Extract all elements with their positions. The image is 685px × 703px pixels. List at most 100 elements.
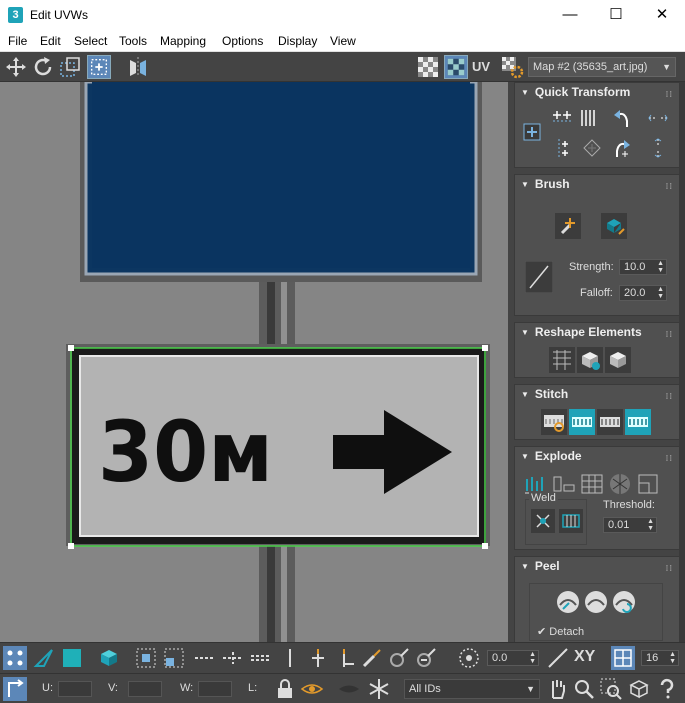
flatten-custom-icon[interactable]	[635, 471, 661, 497]
app-icon: 3	[8, 7, 23, 23]
move-icon[interactable]	[4, 55, 28, 79]
uv-texture-canvas[interactable]: 30м	[0, 82, 508, 642]
mirror-icon[interactable]	[126, 55, 150, 79]
map-dropdown[interactable]: Map #2 (35635_art.jpg) ▼	[528, 57, 676, 77]
loop-grow-icon[interactable]	[221, 646, 245, 670]
vertex-select-icon[interactable]	[3, 646, 27, 670]
w-field[interactable]	[198, 681, 232, 697]
align-horizontal-icon[interactable]	[551, 107, 573, 129]
help-icon[interactable]	[655, 677, 679, 701]
flatten-by-material-icon[interactable]	[579, 471, 605, 497]
face-select-icon[interactable]	[60, 646, 84, 670]
rotate-value-spinner[interactable]: 0.0 ▲ ▼	[487, 650, 539, 666]
reshape-elements-header[interactable]: ▼ Reshape Elements ⁞⁞	[515, 323, 679, 341]
grid-size-spinner[interactable]: 16 ▲ ▼	[641, 650, 679, 666]
freeze-icon[interactable]	[367, 677, 391, 701]
relax-cube-icon[interactable]	[577, 347, 603, 373]
pivot-icon[interactable]	[521, 121, 543, 143]
quick-peel-icon[interactable]	[555, 589, 581, 615]
flatten-by-polygon-icon[interactable]	[607, 471, 633, 497]
show-map-icon[interactable]	[444, 55, 468, 79]
checker-pattern-icon[interactable]	[416, 55, 440, 79]
v-field[interactable]	[128, 681, 162, 697]
loop-select-icon[interactable]	[193, 646, 217, 670]
menu-display[interactable]: Display	[278, 34, 317, 48]
menu-select[interactable]: Select	[74, 34, 107, 48]
peel-mode-icon[interactable]	[583, 589, 609, 615]
paint-shrink-icon[interactable]	[414, 646, 438, 670]
menu-edit[interactable]: Edit	[40, 34, 61, 48]
freeform-mode-icon[interactable]	[87, 55, 111, 79]
align-vertical-icon[interactable]	[577, 107, 599, 129]
zoom-icon[interactable]	[572, 677, 596, 701]
u-field[interactable]	[58, 681, 92, 697]
detach-label: Detach	[549, 626, 585, 638]
command-panel-scrollbar[interactable]	[679, 82, 685, 642]
scale-icon[interactable]	[58, 55, 82, 79]
stitch-average-icon[interactable]	[597, 409, 623, 435]
element-select-icon[interactable]	[97, 646, 121, 670]
soft-select-icon[interactable]	[457, 646, 481, 670]
stitch-header[interactable]: ▼ Stitch ⁞⁞	[515, 385, 679, 403]
paint-grow-icon[interactable]	[387, 646, 411, 670]
space-vertical-icon[interactable]	[647, 137, 669, 159]
grow-selection-icon[interactable]	[134, 646, 158, 670]
minimize-button[interactable]: —	[547, 0, 593, 30]
show-hide-icon[interactable]	[300, 677, 324, 701]
grid-snap-icon[interactable]	[611, 646, 635, 670]
ids-dropdown-label: All IDs	[409, 683, 441, 695]
xy-toggle-button[interactable]: XY	[574, 648, 595, 666]
paint-select-icon[interactable]	[360, 646, 384, 670]
lock-icon[interactable]	[273, 677, 297, 701]
menu-mapping[interactable]: Mapping	[160, 34, 206, 48]
rotate-cw-icon[interactable]	[611, 137, 633, 159]
rotate-icon[interactable]	[31, 55, 55, 79]
stitch-source-icon[interactable]	[625, 409, 651, 435]
menu-file[interactable]: File	[8, 34, 27, 48]
maximize-button[interactable]: ☐	[593, 0, 639, 30]
loop-shrink-icon[interactable]	[249, 646, 273, 670]
stitch-cube-icon[interactable]	[605, 347, 631, 373]
stitch-target-icon[interactable]	[569, 409, 595, 435]
grid-align-icon[interactable]	[549, 347, 575, 373]
ring-select-icon[interactable]	[278, 646, 302, 670]
space-horizontal-icon[interactable]	[647, 107, 669, 129]
shrink-selection-icon[interactable]	[162, 646, 186, 670]
uv-viewport[interactable]: 30м	[0, 82, 508, 642]
align-cross-icon[interactable]	[551, 137, 573, 159]
zoom-region-icon[interactable]	[599, 677, 623, 701]
uv-toggle-button[interactable]: UV	[472, 59, 496, 83]
close-button[interactable]: ✕	[639, 0, 685, 30]
brush-header[interactable]: ▼ Brush ⁞⁞	[515, 175, 679, 193]
explode-header[interactable]: ▼ Explode ⁞⁞	[515, 447, 679, 465]
map-settings-icon[interactable]	[500, 55, 524, 79]
brush-falloff-curve-icon[interactable]	[525, 261, 553, 293]
stitch-custom-icon[interactable]	[541, 409, 567, 435]
weld-selected-icon[interactable]	[531, 509, 555, 533]
detach-checkbox[interactable]: ✔ Detach	[537, 625, 584, 638]
zoom-extents-icon[interactable]	[627, 677, 651, 701]
rotate-ccw-icon[interactable]	[611, 107, 633, 129]
pan-icon[interactable]	[545, 677, 569, 701]
hidden-icon[interactable]	[337, 677, 361, 701]
ids-dropdown[interactable]: All IDs ▼	[404, 679, 540, 699]
threshold-spinner[interactable]: 0.01 ▲ ▼	[603, 517, 657, 533]
edge-select-icon[interactable]	[32, 646, 56, 670]
strength-spinner[interactable]: 10.0 ▲ ▼	[619, 259, 667, 275]
top-toolbar: UV Map #2 (35635_art.jpg) ▼	[0, 52, 685, 82]
menu-tools[interactable]: Tools	[119, 34, 147, 48]
straighten-icon[interactable]	[581, 137, 603, 159]
paint-pin-icon[interactable]	[555, 213, 581, 239]
weld-target-icon[interactable]	[559, 509, 583, 533]
peel-header[interactable]: ▼ Peel ⁞⁞	[515, 557, 679, 575]
relax-brush-icon[interactable]	[601, 213, 627, 239]
line-tool-icon[interactable]	[546, 646, 570, 670]
ring-shrink-icon[interactable]	[334, 646, 358, 670]
reset-peel-icon[interactable]	[611, 589, 637, 615]
absolute-mode-icon[interactable]	[3, 677, 27, 701]
quick-transform-header[interactable]: ▼ Quick Transform ⁞⁞	[515, 83, 679, 101]
menu-view[interactable]: View	[330, 34, 356, 48]
ring-grow-icon[interactable]	[306, 646, 330, 670]
menu-options[interactable]: Options	[222, 34, 263, 48]
falloff-spinner[interactable]: 20.0 ▲ ▼	[619, 285, 667, 301]
